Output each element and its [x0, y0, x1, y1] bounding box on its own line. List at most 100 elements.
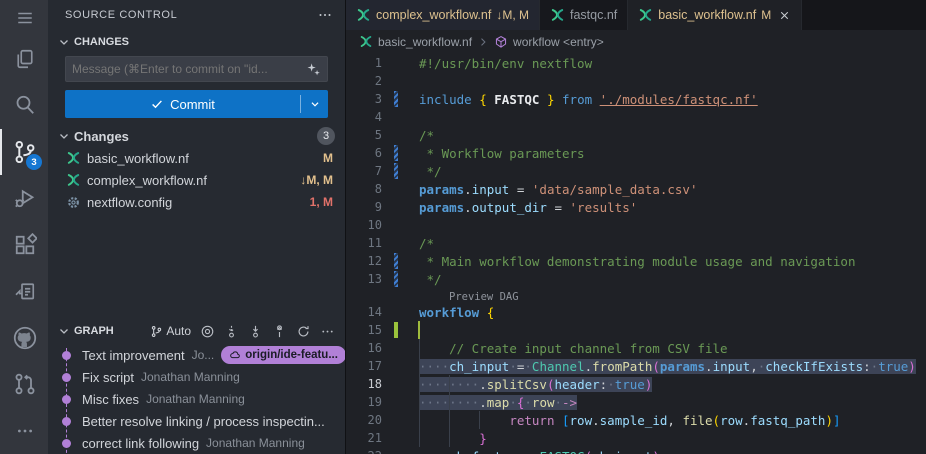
code-line-17[interactable]: 17 ····ch_input·=·Channel.fromPath(params…: [346, 357, 926, 375]
code-line-14[interactable]: 14workflow {: [346, 303, 926, 321]
file-row-basic_workflow.nf[interactable]: basic_workflow.nfM: [48, 147, 345, 169]
commit-message-input[interactable]: [72, 62, 306, 76]
scroll-to-current-icon[interactable]: [200, 324, 215, 339]
git-status-badge: 1, M: [310, 195, 333, 209]
tab-fastqc.nf[interactable]: fastqc.nf: [540, 0, 628, 30]
code-line-7[interactable]: 7 */: [346, 162, 926, 180]
commit-dot-icon: [62, 417, 71, 426]
refresh-icon[interactable]: [296, 324, 311, 339]
commit-row[interactable]: Misc fixesJonathan Manning: [48, 388, 345, 410]
gutter: [392, 429, 400, 447]
line-content: /*: [419, 236, 434, 251]
search-icon[interactable]: [0, 82, 48, 128]
sidebar-more-actions-icon[interactable]: [317, 7, 333, 23]
code-line-4[interactable]: 4: [346, 108, 926, 126]
more-actions-icon[interactable]: [0, 407, 48, 453]
github-icon[interactable]: [0, 315, 48, 361]
chevron-right-icon: [477, 36, 489, 48]
file-row-complex_workflow.nf[interactable]: complex_workflow.nf↓M, M: [48, 169, 345, 191]
graph-section: GRAPH Auto: [48, 320, 345, 454]
code-line-18[interactable]: 18········.splitCsv(header:·true): [346, 375, 926, 393]
gutter: [392, 54, 400, 72]
code-line-11[interactable]: 11/*: [346, 234, 926, 252]
commit-message: Better resolve linking / process inspect…: [82, 414, 325, 429]
line-number: 12: [346, 254, 382, 268]
line-number: 7: [346, 164, 382, 178]
commit-button[interactable]: Commit: [65, 90, 328, 118]
gutter: [392, 447, 400, 454]
tab-complex_workflow.nf[interactable]: complex_workflow.nf↓M, M: [346, 0, 540, 30]
code-line-8[interactable]: 8params.input = 'data/sample_data.csv': [346, 180, 926, 198]
preview-icon[interactable]: [0, 268, 48, 314]
line-content: ch_fastqc = FASTQC(ch_input): [419, 449, 660, 454]
close-icon[interactable]: [778, 9, 791, 22]
code-line-13[interactable]: 13 */: [346, 270, 926, 288]
indent-guide: [479, 411, 480, 429]
selection: ········.map·{·row·->: [419, 395, 577, 410]
pull-icon[interactable]: [248, 324, 263, 339]
code-line-9[interactable]: 9params.output_dir = 'results': [346, 198, 926, 216]
file-row-nextflow.config[interactable]: nextflow.config1, M: [48, 191, 345, 213]
chevron-down-icon: [56, 323, 72, 339]
line-number: 14: [346, 305, 382, 319]
breadcrumb-file[interactable]: basic_workflow.nf: [378, 35, 472, 49]
breadcrumb-symbol[interactable]: workflow <entry>: [513, 35, 604, 49]
code-line-1[interactable]: 1#!/usr/bin/env nextflow: [346, 54, 926, 72]
code-line-22[interactable]: 22 ch_fastqc = FASTQC(ch_input): [346, 447, 926, 454]
code-line-3[interactable]: 3include { FASTQC } from './modules/fast…: [346, 90, 926, 108]
tab-basic_workflow.nf[interactable]: basic_workflow.nfM: [628, 0, 802, 30]
push-icon[interactable]: [272, 324, 287, 339]
file-name: nextflow.config: [87, 195, 310, 210]
commit-row[interactable]: Text improvementJo...origin/ide-featu...: [48, 344, 345, 366]
commit-row[interactable]: correct link followingJonathan Manning: [48, 432, 345, 454]
code-line-10[interactable]: 10: [346, 216, 926, 234]
commit-row[interactable]: Fix script Jonathan Manning: [48, 366, 345, 388]
fetch-icon[interactable]: [224, 324, 239, 339]
changes-tree-header[interactable]: Changes 3: [48, 125, 345, 147]
code-line-2[interactable]: 2: [346, 72, 926, 90]
extensions-icon[interactable]: [0, 222, 48, 268]
graph-repo-picker[interactable]: Auto: [150, 324, 191, 338]
source-control-icon[interactable]: 3: [0, 129, 48, 175]
graph-section-header[interactable]: GRAPH Auto: [48, 320, 345, 342]
changes-section-header[interactable]: CHANGES: [48, 30, 345, 54]
gutter: [392, 393, 400, 411]
code-line-21[interactable]: 21 }: [346, 429, 926, 447]
run-debug-icon[interactable]: [0, 175, 48, 221]
line-number: 21: [346, 431, 382, 445]
line-number: 6: [346, 146, 382, 160]
source-control-sidebar: SOURCE CONTROL CHANGES Commit: [48, 0, 345, 454]
commit-author: Jonathan Manning: [206, 436, 305, 450]
commit-message: Fix script: [82, 370, 134, 385]
commit-row[interactable]: Better resolve linking / process inspect…: [48, 410, 345, 432]
line-number: 9: [346, 200, 382, 214]
code-line-16[interactable]: 16 // Create input channel from CSV file: [346, 339, 926, 357]
line-content: // Create input channel from CSV file: [419, 341, 728, 356]
graph-more-actions-icon[interactable]: [320, 324, 335, 339]
code-line-15[interactable]: 15: [346, 321, 926, 339]
changes-section-label: CHANGES: [74, 36, 129, 48]
code-line-12[interactable]: 12 * Main workflow demonstrating module …: [346, 252, 926, 270]
code-line-19[interactable]: 19········.map·{·row·->: [346, 393, 926, 411]
line-content: ········.map·{·row·->: [419, 395, 577, 410]
commit-graph-list: Text improvementJo...origin/ide-featu...…: [48, 342, 345, 454]
code-editor[interactable]: 1#!/usr/bin/env nextflow23include { FAST…: [346, 54, 926, 454]
code-line-20[interactable]: 20 return [row.sample_id, file(row.fastq…: [346, 411, 926, 429]
code-line-6[interactable]: 6 * Workflow parameters: [346, 144, 926, 162]
explorer-icon[interactable]: [0, 36, 48, 82]
sparkle-icon[interactable]: [306, 62, 321, 77]
branch-badge: origin/ide-featu...: [221, 346, 345, 364]
menu-icon[interactable]: [0, 0, 48, 36]
nextflow-file-icon: [550, 8, 565, 23]
codelens[interactable]: Preview DAG: [346, 288, 926, 303]
line-number: 17: [346, 359, 382, 373]
line-content: */: [419, 164, 442, 179]
line-content: ····ch_input·=·Channel.fromPath(params.i…: [419, 359, 916, 374]
commit-dropdown-icon[interactable]: [301, 90, 328, 118]
line-number: 18: [346, 377, 382, 391]
code-line-5[interactable]: 5/*: [346, 126, 926, 144]
gutter-mod-mark: [392, 144, 400, 162]
commit-author: Jonathan Manning: [141, 370, 240, 384]
git-pull-request-icon[interactable]: [0, 361, 48, 407]
commit-button-main[interactable]: Commit: [65, 90, 300, 118]
